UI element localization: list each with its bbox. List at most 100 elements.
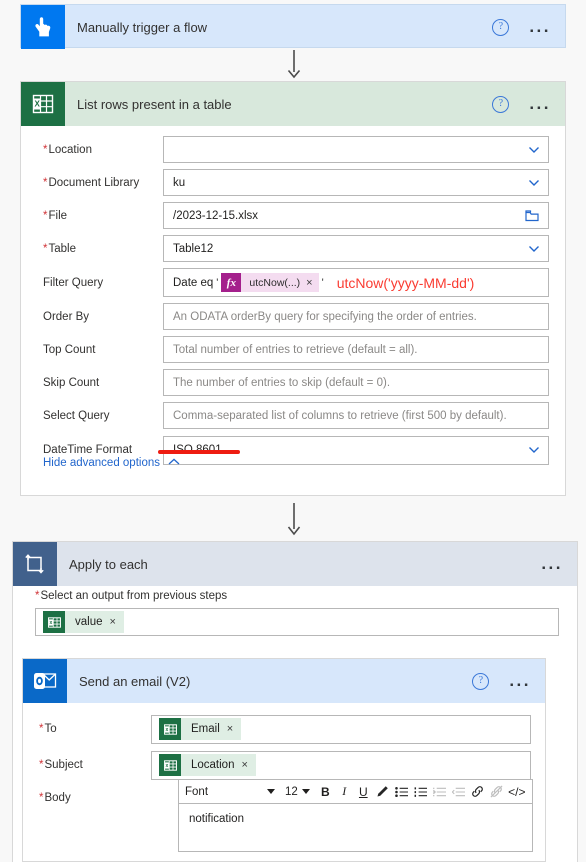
font-family-dropdown[interactable]: Font — [185, 786, 281, 798]
field-label-select-query: Select Query — [43, 409, 110, 422]
select-query-input[interactable]: Comma-separated list of columns to retri… — [163, 402, 549, 429]
required-asterisk: * — [43, 242, 48, 255]
required-asterisk: * — [39, 792, 44, 804]
code-view-button[interactable]: </> — [506, 781, 528, 803]
overflow-menu-icon[interactable]: ... — [541, 555, 563, 572]
utcnow-token[interactable]: fx utcNow(...) × — [221, 273, 319, 292]
document-library-value: ku — [173, 176, 186, 189]
hide-advanced-options-link[interactable]: Hide advanced options — [43, 457, 180, 469]
body-rich-text-editor[interactable]: Font 12 B I U </> notification — [178, 779, 533, 852]
send-email-header-actions: ? ... — [472, 672, 545, 690]
required-asterisk: * — [39, 723, 44, 735]
outdent-icon[interactable] — [449, 781, 468, 803]
overflow-menu-icon[interactable]: ... — [509, 672, 531, 689]
numbered-list-icon[interactable] — [411, 781, 430, 803]
to-input[interactable]: x Email × — [151, 714, 531, 744]
field-label-location: *Location — [43, 143, 92, 156]
file-picker-input[interactable]: /2023-12-15.xlsx — [163, 202, 549, 229]
token-remove-icon[interactable]: × — [306, 277, 312, 289]
underline-button[interactable]: U — [354, 781, 373, 803]
font-size-dropdown[interactable]: 12 — [281, 786, 316, 798]
select-output-input[interactable]: x value × — [35, 608, 559, 636]
document-library-dropdown[interactable]: ku — [163, 169, 549, 196]
field-row-filter-query: Filter Query Date eq ' fx utcNow(...) × … — [21, 265, 565, 300]
field-label-table: *Table — [43, 242, 76, 255]
list-rows-title: List rows present in a table — [77, 96, 232, 112]
email-token-remove-icon[interactable]: × — [227, 723, 241, 735]
body-content-area[interactable]: notification — [178, 804, 533, 852]
send-email-card[interactable]: Send an email (V2) ? ... *To x Email × *… — [22, 658, 546, 862]
skip-count-input[interactable]: The number of entries to skip (default =… — [163, 369, 549, 396]
table-dropdown[interactable]: Table12 — [163, 235, 549, 262]
bulleted-list-icon[interactable] — [392, 781, 411, 803]
send-email-header[interactable]: Send an email (V2) ? ... — [23, 659, 545, 703]
field-row-skip-count: Skip Count The number of entries to skip… — [21, 366, 565, 399]
subject-input[interactable]: x Location × — [151, 750, 531, 780]
font-family-value: Font — [185, 785, 209, 798]
trigger-card[interactable]: Manually trigger a flow ? ... — [20, 4, 566, 49]
help-icon[interactable]: ? — [492, 18, 510, 36]
field-label-to: *To — [39, 723, 57, 735]
location-token-label: Location — [191, 759, 235, 771]
hand-pointer-icon — [21, 5, 65, 49]
chevron-down-icon — [267, 789, 275, 794]
filter-query-close-quote: ' — [321, 276, 324, 289]
folder-icon[interactable] — [525, 209, 539, 225]
rte-toolbar[interactable]: Font 12 B I U </> — [178, 779, 533, 804]
field-label-skip-count: Skip Count — [43, 376, 100, 389]
chevron-down-icon — [528, 144, 539, 155]
field-row-select-query: Select Query Comma-separated list of col… — [21, 399, 565, 432]
field-row-to: *To x Email × — [23, 711, 545, 747]
order-by-input[interactable]: An ODATA orderBy query for specifying th… — [163, 303, 549, 330]
apply-to-each-header[interactable]: Apply to each ... — [13, 542, 577, 586]
trigger-card-header[interactable]: Manually trigger a flow ? ... — [21, 5, 565, 49]
skip-count-placeholder: The number of entries to skip (default =… — [173, 376, 391, 389]
help-icon[interactable]: ? — [492, 95, 510, 113]
indent-icon[interactable] — [430, 781, 449, 803]
top-count-input[interactable]: Total number of entries to retrieve (def… — [163, 336, 549, 363]
link-icon[interactable] — [468, 781, 487, 803]
location-token-remove-icon[interactable]: × — [241, 759, 255, 771]
field-label-subject: *Subject — [39, 759, 83, 771]
email-token-label: Email — [191, 723, 220, 735]
list-rows-header-actions: ? ... — [492, 95, 565, 113]
required-asterisk: * — [39, 759, 44, 771]
field-label-datetime-format: DateTime Format — [43, 444, 133, 456]
top-count-placeholder: Total number of entries to retrieve (def… — [173, 343, 418, 356]
order-by-placeholder: An ODATA orderBy query for specifying th… — [173, 310, 477, 323]
apply-to-each-title: Apply to each — [69, 556, 148, 572]
field-row-subject: *Subject x Location × — [23, 747, 545, 783]
list-rows-card-header[interactable]: X List rows present in a table ? ... — [21, 82, 565, 126]
field-label-top-count: Top Count — [43, 343, 96, 356]
token-body: utcNow(...) × — [241, 273, 319, 292]
italic-button[interactable]: I — [335, 781, 354, 803]
font-size-value: 12 — [285, 785, 298, 798]
code-view-label: </> — [508, 784, 526, 799]
hide-advanced-options-label: Hide advanced options — [43, 457, 160, 469]
location-dropdown[interactable] — [163, 136, 549, 163]
list-rows-card[interactable]: X List rows present in a table ? ... *Lo… — [20, 81, 566, 496]
location-token[interactable]: x Location × — [159, 754, 256, 776]
red-underline-annotation — [158, 450, 240, 454]
overflow-menu-icon[interactable]: ... — [529, 95, 551, 112]
field-label-body: *Body — [39, 792, 71, 804]
chevron-down-icon — [301, 789, 310, 794]
help-icon[interactable]: ? — [472, 672, 490, 690]
email-token[interactable]: x Email × — [159, 718, 242, 740]
svg-text:x: x — [165, 763, 168, 769]
bold-button[interactable]: B — [316, 781, 335, 803]
value-token-remove-icon[interactable]: × — [110, 616, 124, 628]
list-rows-form: *Location *Document Library ku *File /20… — [21, 126, 565, 468]
filter-query-input[interactable]: Date eq ' fx utcNow(...) × ' utcNow('yyy… — [163, 268, 549, 297]
svg-text:x: x — [49, 620, 52, 626]
overflow-menu-icon[interactable]: ... — [529, 18, 551, 35]
loop-icon — [13, 542, 57, 586]
field-label-order-by: Order By — [43, 310, 90, 323]
excel-icon: X — [21, 82, 65, 126]
required-asterisk: * — [35, 590, 40, 602]
trigger-title: Manually trigger a flow — [77, 19, 208, 35]
value-token[interactable]: x value × — [43, 611, 124, 633]
svg-text:x: x — [165, 727, 168, 733]
unlink-icon[interactable] — [487, 781, 506, 803]
pen-icon[interactable] — [373, 781, 392, 803]
